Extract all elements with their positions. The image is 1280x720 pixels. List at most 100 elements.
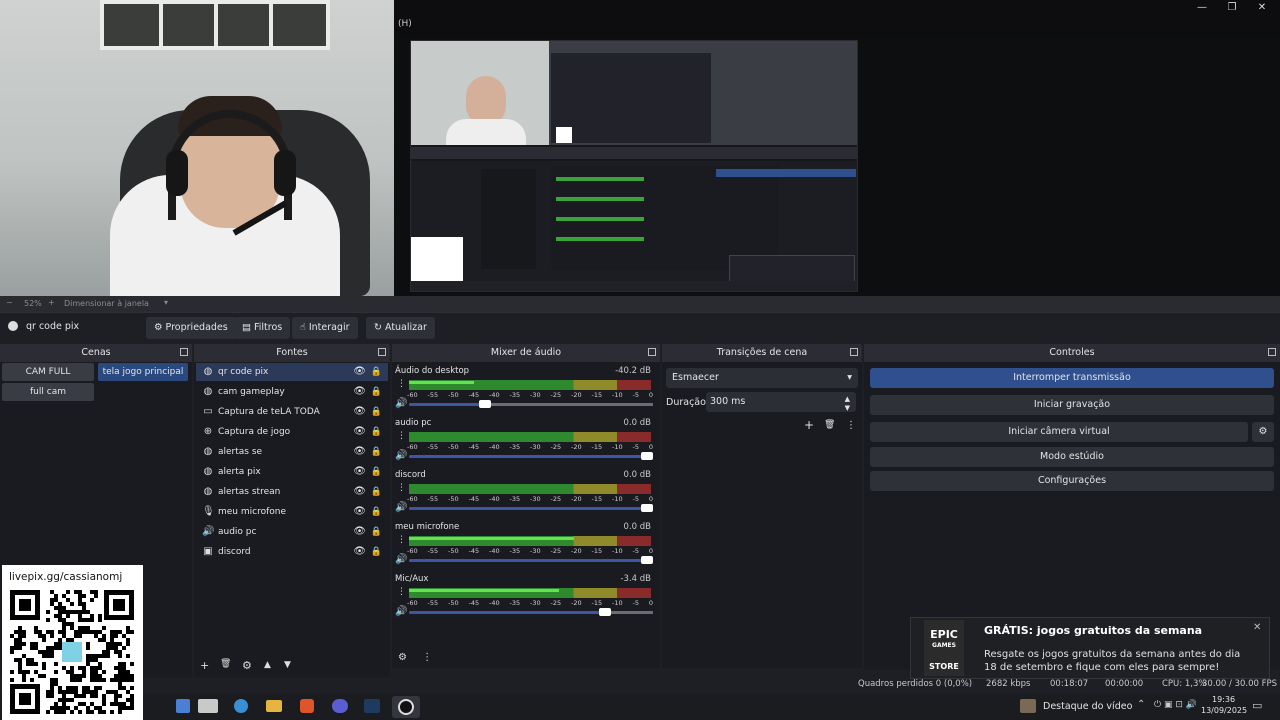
interact-button[interactable]: ☝ Interagir: [292, 317, 358, 339]
volume-knob[interactable]: [641, 504, 653, 512]
more-icon[interactable]: ⋮: [397, 380, 406, 389]
settings-button[interactable]: Configurações: [870, 471, 1274, 491]
minimize-icon[interactable]: —: [1187, 2, 1217, 13]
lock-icon[interactable]: 🔒: [371, 463, 382, 481]
dock-popout-icon[interactable]: [1268, 348, 1276, 356]
app-icon[interactable]: [176, 699, 190, 713]
source-row[interactable]: 🎙 meu microfone 👁 🔒: [196, 503, 388, 521]
source-row[interactable]: 🔊 audio pc 👁 🔒: [196, 523, 388, 541]
volume-slider[interactable]: [409, 608, 653, 616]
source-row[interactable]: ⊕ Captura de jogo 👁 🔒: [196, 423, 388, 441]
eye-icon[interactable]: 👁: [353, 463, 366, 481]
notifications-icon[interactable]: ▭: [1252, 699, 1262, 712]
folder-icon[interactable]: [266, 700, 282, 712]
more-icon[interactable]: ⋮: [397, 484, 406, 493]
lock-icon[interactable]: 🔒: [371, 443, 382, 461]
move-up-button[interactable]: ▲: [264, 660, 271, 670]
volume-knob[interactable]: [641, 452, 653, 460]
speaker-icon[interactable]: 🔊: [395, 554, 407, 565]
lock-icon[interactable]: 🔒: [371, 483, 382, 501]
speaker-icon[interactable]: 🔊: [395, 502, 407, 513]
stop-streaming-button[interactable]: Interromper transmissão: [870, 368, 1274, 388]
eye-icon[interactable]: 👁: [353, 483, 366, 501]
source-row[interactable]: ◍ alertas se 👁 🔒: [196, 443, 388, 461]
eye-icon[interactable]: 👁: [353, 523, 366, 541]
source-row[interactable]: ◍ alertas strean 👁 🔒: [196, 483, 388, 501]
properties-button[interactable]: ⚙ Propriedades: [146, 317, 236, 339]
speaker-icon[interactable]: 🔊: [395, 606, 407, 617]
zoom-in-button[interactable]: +: [48, 298, 55, 307]
brave-icon[interactable]: [300, 699, 314, 713]
gear-icon[interactable]: ⚙: [242, 659, 252, 672]
volume-knob[interactable]: [478, 400, 491, 408]
news-widget[interactable]: Destaque do vídeo: [1043, 701, 1132, 712]
steam-icon[interactable]: [364, 699, 380, 713]
volume-slider[interactable]: [409, 400, 653, 408]
advanced-audio-icon[interactable]: ⚙: [398, 652, 407, 663]
lock-icon[interactable]: 🔒: [371, 503, 382, 521]
trash-icon[interactable]: 🗑: [220, 659, 231, 669]
speaker-icon[interactable]: 🔊: [395, 398, 407, 409]
dock-popout-icon[interactable]: [378, 348, 386, 356]
move-down-button[interactable]: ▼: [284, 660, 291, 670]
discord-icon[interactable]: [332, 699, 348, 713]
studio-mode-button[interactable]: Modo estúdio: [870, 447, 1274, 467]
more-icon[interactable]: ⋮: [422, 652, 432, 663]
start-recording-button[interactable]: Iniciar gravação: [870, 395, 1274, 415]
source-row[interactable]: ▭ Captura de teLA TODA 👁 🔒: [196, 403, 388, 421]
start-virtual-camera-button[interactable]: Iniciar câmera virtual: [870, 422, 1248, 442]
eye-icon[interactable]: 👁: [353, 503, 366, 521]
app-icon[interactable]: [198, 699, 218, 713]
scene-cam-full[interactable]: CAM FULL: [2, 363, 94, 381]
more-icon[interactable]: ⋮: [397, 536, 406, 545]
eye-icon[interactable]: 👁: [353, 363, 366, 381]
lock-icon[interactable]: 🔒: [371, 383, 382, 401]
eye-icon[interactable]: 👁: [353, 383, 366, 401]
dock-popout-icon[interactable]: [850, 348, 858, 356]
edge-icon[interactable]: [234, 699, 248, 713]
duration-input[interactable]: 300 ms ▲ ▼: [706, 392, 856, 412]
add-transition-button[interactable]: +: [804, 418, 814, 432]
speaker-icon[interactable]: 🔊: [395, 450, 407, 461]
lock-icon[interactable]: 🔒: [371, 523, 382, 541]
close-icon[interactable]: ✕: [1247, 2, 1277, 13]
refresh-button[interactable]: ↻ Atualizar: [366, 317, 435, 339]
chevron-down-icon[interactable]: ▾: [164, 298, 168, 307]
volume-slider[interactable]: [409, 452, 653, 460]
filters-button[interactable]: ▤ Filtros: [234, 317, 291, 339]
restore-icon[interactable]: ❐: [1217, 2, 1247, 13]
source-row[interactable]: ◍ qr code pix 👁 🔒: [196, 363, 388, 381]
tray-chevron-icon[interactable]: ⌃: [1137, 699, 1145, 710]
zoom-out-button[interactable]: −: [6, 298, 13, 307]
more-icon[interactable]: ⋮: [846, 420, 856, 431]
close-icon[interactable]: ✕: [1253, 622, 1261, 633]
eye-icon[interactable]: 👁: [353, 423, 366, 441]
scene-tela-jogo-principal[interactable]: tela jogo principal: [98, 363, 188, 381]
source-row[interactable]: ◍ cam gameplay 👁 🔒: [196, 383, 388, 401]
eye-icon[interactable]: 👁: [353, 443, 366, 461]
lock-icon[interactable]: 🔒: [371, 403, 382, 421]
trash-icon[interactable]: 🗑: [824, 420, 835, 430]
tray-icons[interactable]: ⏻ ▣ ⊡ 🔊: [1154, 700, 1197, 710]
volume-slider[interactable]: [409, 556, 653, 564]
eye-icon[interactable]: 👁: [353, 543, 366, 561]
volume-knob[interactable]: [599, 608, 612, 616]
scale-mode-select[interactable]: Dimensionar à janela: [64, 299, 149, 308]
more-icon[interactable]: ⋮: [397, 588, 406, 597]
add-source-button[interactable]: +: [200, 659, 209, 672]
notification-toast[interactable]: GRÁTIS: jogos gratuitos da semana Resgat…: [910, 617, 1270, 679]
volume-knob[interactable]: [641, 556, 653, 564]
more-icon[interactable]: ⋮: [397, 432, 406, 441]
scene-full-cam[interactable]: full cam: [2, 383, 94, 401]
gear-icon[interactable]: ⚙: [1252, 422, 1274, 442]
lock-icon[interactable]: 🔒: [371, 543, 382, 561]
dock-popout-icon[interactable]: [180, 348, 188, 356]
eye-icon[interactable]: 👁: [353, 403, 366, 421]
lock-icon[interactable]: 🔒: [371, 423, 382, 441]
volume-slider[interactable]: [409, 504, 653, 512]
stepper-down-icon[interactable]: ▼: [845, 398, 850, 418]
dock-popout-icon[interactable]: [648, 348, 656, 356]
lock-icon[interactable]: 🔒: [371, 363, 382, 381]
transition-select[interactable]: Esmaecer ▾: [666, 368, 858, 388]
source-row[interactable]: ▣ discord 👁 🔒: [196, 543, 388, 561]
